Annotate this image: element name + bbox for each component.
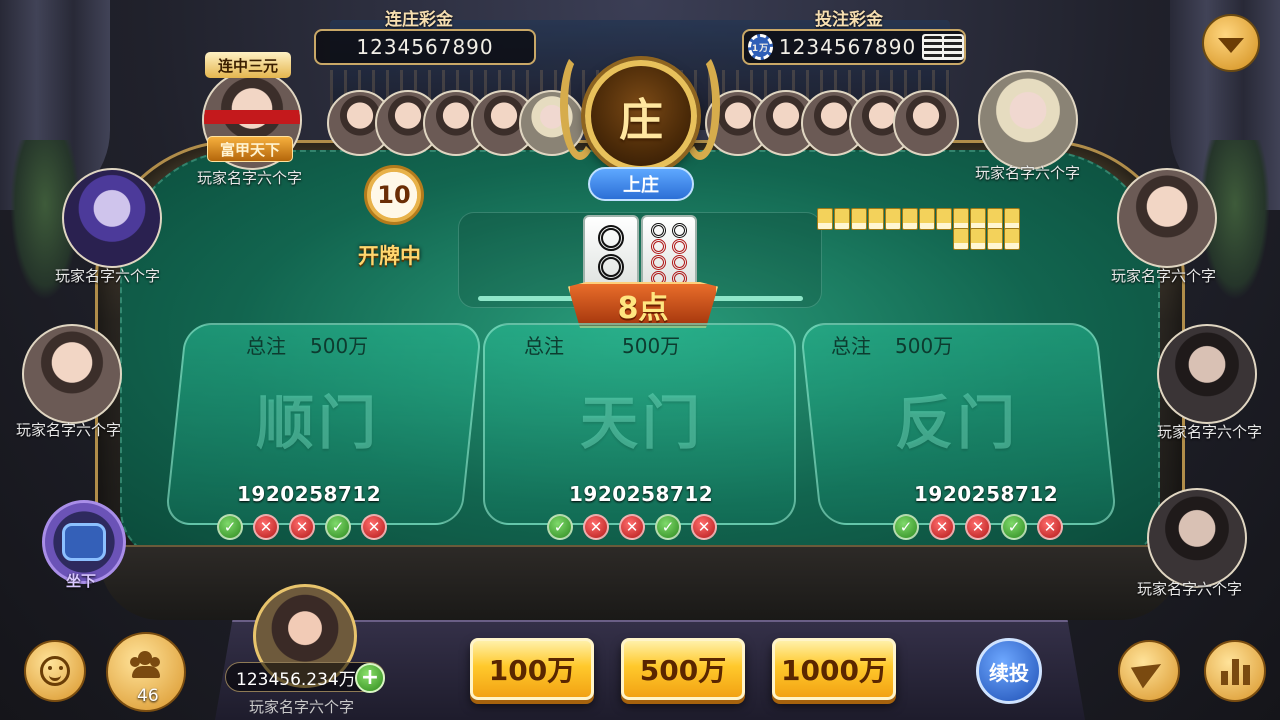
my-name: 玩家名字六个字 [249, 698, 355, 716]
win-mark-icon: ✓ [547, 514, 573, 540]
zone-name: 天门 [580, 389, 705, 457]
streak-jackpot-title: 连庄彩金 [385, 10, 453, 30]
people-icon [128, 651, 164, 679]
points-ribbon: 8点 [568, 282, 718, 328]
bar-chart-icon [1220, 657, 1250, 685]
lose-mark-icon: ✕ [929, 514, 955, 540]
zone-total-label: 总注 [524, 333, 564, 358]
zone-total-value: 500万 [895, 333, 954, 358]
blindfold-band [204, 110, 300, 124]
emoji-button[interactable] [24, 640, 86, 702]
zone-name: 顺门 [256, 389, 381, 457]
player-name: 玩家名字六个字 [1111, 267, 1217, 285]
title-tag: 连中三元 [205, 52, 291, 78]
tile-stack [817, 208, 884, 230]
chip-button[interactable]: 500万 [621, 638, 745, 700]
queue-avatar[interactable] [893, 90, 959, 156]
lose-mark-icon: ✕ [583, 514, 609, 540]
zone-total: 总注 500万 [246, 327, 368, 361]
banker-badge: 庄 [585, 60, 697, 172]
smiley-icon [40, 656, 70, 686]
add-funds-button[interactable]: + [355, 663, 385, 693]
domino-tile [641, 215, 697, 289]
zone-total: 总注 500万 [524, 327, 680, 361]
player-name: 玩家名字六个字 [1157, 423, 1263, 441]
zone-bet-amount: 1920258712 [237, 482, 382, 506]
bet-jackpot-title: 投注彩金 [815, 10, 883, 30]
win-mark-icon: ✓ [893, 514, 919, 540]
tile-stack [953, 228, 1020, 250]
player-avatar[interactable] [1117, 168, 1217, 268]
countdown-status: 开牌中 [358, 244, 421, 268]
lose-mark-icon: ✕ [253, 514, 279, 540]
tile-stack [885, 208, 952, 230]
player-avatar[interactable] [22, 324, 122, 424]
share-button[interactable] [1118, 640, 1180, 702]
win-mark-icon: ✓ [655, 514, 681, 540]
zone-bet-amount: 1920258712 [569, 482, 714, 506]
lose-mark-icon: ✕ [691, 514, 717, 540]
win-mark-icon: ✓ [325, 514, 351, 540]
zone-bet-amount: 1920258712 [914, 482, 1059, 506]
chevron-down-icon [1218, 37, 1244, 53]
player-name: 玩家名字六个字 [55, 267, 161, 285]
zone-total-value: 500万 [310, 333, 369, 358]
win-mark-icon: ✓ [1001, 514, 1027, 540]
zone-history: ✓ ✕ ✕ ✓ ✕ [547, 514, 717, 540]
banker-player-name: 玩家名字六个字 [197, 169, 303, 187]
lose-mark-icon: ✕ [361, 514, 387, 540]
zone-history: ✓ ✕ ✕ ✓ ✕ [893, 514, 1063, 540]
bet-jackpot-box: 1万 1234567890 [742, 29, 966, 65]
stats-button[interactable] [1204, 640, 1266, 702]
paper-plane-icon [1130, 653, 1168, 689]
zone-total: 总注 500万 [831, 327, 953, 361]
lose-mark-icon: ✕ [965, 514, 991, 540]
player-name: 玩家名字六个字 [16, 421, 122, 439]
lose-mark-icon: ✕ [1037, 514, 1063, 540]
player-avatar[interactable] [1157, 324, 1257, 424]
domino-icon [922, 34, 964, 60]
lose-mark-icon: ✕ [619, 514, 645, 540]
countdown-clock: 10 [364, 165, 424, 225]
domino-tile [583, 215, 639, 289]
sit-down-label: 坐下 [66, 572, 97, 590]
apply-banker-button[interactable]: 上庄 [588, 167, 694, 201]
player-avatar[interactable] [62, 168, 162, 268]
player-avatar[interactable] [978, 70, 1078, 170]
zone-total-label: 总注 [831, 333, 871, 358]
player-avatar[interactable] [1147, 488, 1247, 588]
zone-total-value: 500万 [622, 333, 681, 358]
zone-name: 反门 [895, 389, 1020, 457]
rebet-button[interactable]: 续投 [976, 638, 1042, 704]
zone-total-label: 总注 [246, 333, 286, 358]
rank-tag: 富甲天下 [207, 136, 293, 162]
online-count: 46 [137, 686, 159, 706]
chip-button[interactable]: 1000万 [772, 638, 896, 700]
win-mark-icon: ✓ [217, 514, 243, 540]
tile-stack [953, 208, 1020, 230]
player-name: 玩家名字六个字 [975, 164, 1081, 182]
lose-mark-icon: ✕ [289, 514, 315, 540]
chip-icon: 1万 [748, 34, 773, 60]
armchair-icon [62, 523, 106, 561]
game-scene: 连庄彩金 1234567890 投注彩金 1万 1234567890 庄 上庄 … [0, 0, 1280, 720]
chip-button[interactable]: 100万 [470, 638, 594, 700]
menu-button[interactable] [1202, 14, 1260, 72]
streak-jackpot-value: 1234567890 [314, 29, 536, 65]
my-balance-value: 123456.234万 [236, 669, 356, 690]
bet-jackpot-value: 1234567890 [778, 35, 917, 59]
player-name: 玩家名字六个字 [1137, 580, 1243, 598]
zone-history: ✓ ✕ ✕ ✓ ✕ [217, 514, 387, 540]
banker-badge-text: 庄 [619, 95, 663, 146]
